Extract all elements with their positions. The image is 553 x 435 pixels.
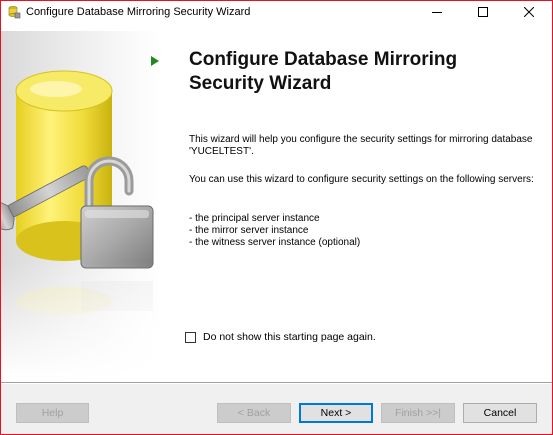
skip-start-page-label: Do not show this starting page again. xyxy=(203,331,376,343)
maximize-button[interactable] xyxy=(460,1,506,23)
list-item: - the principal server instance xyxy=(189,213,320,224)
usage-text: You can use this wizard to configure sec… xyxy=(189,174,534,185)
page-heading: Configure Database Mirroring Security Wi… xyxy=(189,49,458,94)
maximize-icon xyxy=(478,7,488,17)
wizard-window: Configure Database Mirroring Security Wi… xyxy=(0,0,553,435)
help-button[interactable]: Help xyxy=(16,403,89,423)
close-icon xyxy=(524,7,534,17)
finish-button[interactable]: Finish >>| xyxy=(381,403,455,423)
skip-start-page-option[interactable]: Do not show this starting page again. xyxy=(185,331,376,343)
green-arrow-icon xyxy=(151,56,159,66)
cancel-button[interactable]: Cancel xyxy=(463,403,537,423)
button-bar: Help < Back Next > Finish >>| Cancel xyxy=(1,384,552,434)
wizard-illustration-panel xyxy=(1,31,161,379)
next-button[interactable]: Next > xyxy=(299,403,373,423)
skip-start-page-checkbox[interactable] xyxy=(185,331,196,343)
wizard-icon xyxy=(7,5,21,19)
illustration-fade xyxy=(1,261,161,379)
list-item: - the witness server instance (optional) xyxy=(189,237,361,248)
minimize-icon xyxy=(432,12,442,13)
minimize-button[interactable] xyxy=(414,1,460,23)
back-button[interactable]: < Back xyxy=(217,403,291,423)
list-item: - the mirror server instance xyxy=(189,225,309,236)
title-bar: Configure Database Mirroring Security Wi… xyxy=(1,1,552,23)
intro-text: This wizard will help you configure the … xyxy=(189,134,533,157)
close-button[interactable] xyxy=(506,1,552,23)
window-title: Configure Database Mirroring Security Wi… xyxy=(26,6,251,18)
server-list: - the principal server instance - the mi… xyxy=(189,213,360,249)
